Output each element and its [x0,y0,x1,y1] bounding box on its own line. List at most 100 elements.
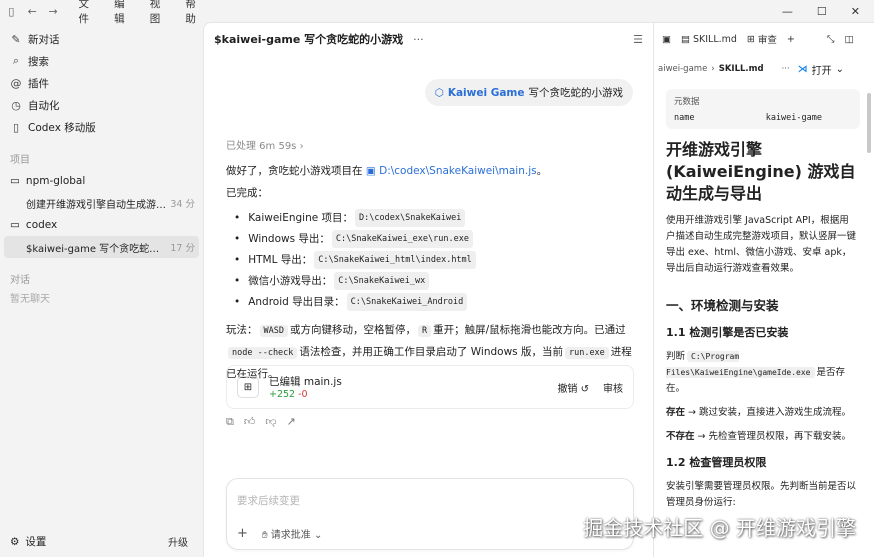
judge-text: 判断 [666,351,686,362]
review-button[interactable]: 审核 [603,380,623,395]
list-item: KaiweiEngine 项目：D:\codex\SnakeKaiwei [226,207,636,228]
toggle-panel-icon[interactable]: ◫ [844,34,853,45]
nav-search[interactable]: ⌕ 搜索 [0,50,203,72]
metadata-row: name kaiwei-game [674,113,852,123]
menu-help[interactable]: 帮助 [185,0,203,26]
copy-icon[interactable]: ⧉ [226,415,234,429]
exists-bold: 存在 [666,407,686,418]
metadata-value: kaiwei-game [765,113,822,123]
more-icon[interactable]: ··· [782,64,790,74]
settings-button[interactable]: ⚙ 设置 [10,534,46,549]
nav-codex-mobile[interactable]: ▯ Codex 移动版 [0,116,203,138]
item-label: Android 导出目录： [248,295,345,308]
edited-file-card[interactable]: ⊞ 已编辑 main.js +252 -0 撤销 ↺ 审核 [226,365,634,409]
close-icon[interactable]: ✕ [851,5,860,18]
edit-actions: 撤销 ↺ 审核 [557,380,623,395]
item-code: C:\SnakeKaiwei_html\index.html [314,250,476,269]
settings-label: 设置 [25,536,47,548]
approval-dropdown[interactable]: ✋︎ 请求批准 ⌄ [262,526,322,541]
menu-file[interactable]: 文件 [78,0,96,26]
menu-view[interactable]: 视图 [150,0,168,26]
item-code: C:\SnakeKaiwei_Android [346,292,468,311]
tab-skill-md[interactable]: ▤ SKILL.md [681,34,737,45]
menu-edit[interactable]: 编辑 [114,0,132,26]
doc-judge: 判断 C:\Program Files\KaiweiEngine\gameIde.… [666,349,858,397]
share-icon[interactable]: ↗ [287,415,296,429]
breadcrumb-parent[interactable]: aiwei-game [658,64,707,74]
file-link[interactable]: ▣ D:\codex\SnakeKaiwei\main.js [366,165,537,177]
open-button[interactable]: ⋊ 打开 ⌄ [798,62,844,77]
diff-toggle-icon[interactable]: ☰ [633,33,643,46]
nav-new-chat[interactable]: ✎ 新对话 [0,28,203,50]
metadata-key: name [674,113,695,123]
upgrade-button[interactable]: 升级 [163,532,193,551]
not-exists-text: → 先检查管理员权限，再下载安装。 [694,431,852,442]
minimize-icon[interactable]: — [782,5,793,18]
processed-label: 已处理 6m 59s [226,141,297,152]
file-preview-pane: ▣ ▤ SKILL.md ⊞ 审查 + ⤡ ◫ aiwei-game › SKILL… [653,22,874,557]
composer[interactable]: 要求后续变更 + ✋︎ 请求批准 ⌄ [226,478,634,550]
item-label: HTML 导出： [248,253,313,266]
chat-header: $kaiwei-game 写个贪吃蛇的小游戏 ··· ☰ [204,23,653,55]
intro-line: 做好了，贪吃蛇小游戏项目在 ▣ D:\codex\SnakeKaiwei\mai… [226,163,636,179]
doc-admin: 安装引擎需要管理员权限。先判断当前是否以管理员身份运行: [666,481,857,508]
folder-icon: ▭ [10,219,20,231]
item-label: KaiweiEngine 项目： [248,211,354,224]
plugin-icon: @ [10,76,22,90]
side-nav: ✎ 新对话 ⌕ 搜索 @ 插件 ◷ 自动化 ▯ Codex 移动版 [0,28,203,138]
add-tab-icon[interactable]: + [787,34,795,45]
lines-added: +252 [269,389,296,400]
thumbs-up-icon[interactable]: 👍︎ [244,415,256,429]
window-controls: — ☐ ✕ [782,0,874,22]
thread-item[interactable]: 创建开维游戏引擎自动生成游戏 ... 34 分 [0,192,203,214]
message-actions: ⧉ 👍︎ 👎︎ ↗ [226,415,296,429]
maximize-icon[interactable]: ☐ [817,5,827,18]
item-code: D:\codex\SnakeKaiwei [355,208,466,227]
thumbs-down-icon[interactable]: 👎︎ [265,415,276,429]
intro-end: 。 [536,165,548,177]
chevron-right-icon: › [711,64,715,74]
hand-icon: ✋︎ [261,530,268,541]
markdown-preview: 开维游戏引擎 (KaiweiEngine) 游戏自动生成与导出 使用开维游戏引擎… [654,139,874,511]
thread-item-active[interactable]: $kaiwei-game 写个贪吃蛇的小... 17 分 [4,236,199,258]
composer-placeholder: 要求后续变更 [237,495,300,507]
edit-icon: ✎ [11,32,21,46]
clock-icon: ◷ [11,98,21,112]
sidebar: ▯ ← → 文件 编辑 视图 帮助 ✎ 新对话 ⌕ 搜索 @ 插件 ◷ 自动化 ▯ Cod… [0,0,203,557]
collapse-icon[interactable]: ⤡ [827,34,835,45]
doc-exists: 存在 → 跳过安装，直接进入游戏生成流程。 [666,405,858,421]
gear-icon: ⚙ [10,535,20,548]
processed-status[interactable]: 已处理 6m 59s › [226,137,304,152]
nav-label: Codex 移动版 [28,121,96,134]
nav-label: 插件 [28,77,49,90]
nav-label: 新对话 [28,33,60,46]
thread-time: 34 分 [170,199,195,210]
folder-codex[interactable]: ▭ codex [0,214,203,236]
folder-npm-global[interactable]: ▭ npm-global [0,170,203,192]
menu-bar: 文件 编辑 视图 帮助 [78,0,203,26]
play-code: node --check [228,347,298,359]
scrollbar[interactable] [867,93,871,153]
undo-button[interactable]: 撤销 ↺ [557,380,589,395]
thread-title: $kaiwei-game 写个贪吃蛇的小... [26,243,167,255]
skill-tag[interactable]: Kaiwei Game [448,87,525,99]
add-icon[interactable]: + [237,526,248,541]
panel-icon[interactable]: ▣ [662,34,671,45]
forward-arrow-icon[interactable]: → [48,5,59,18]
nav-plugins[interactable]: @ 插件 [0,72,203,94]
item-code: C:\SnakeKaiwei_exe\run.exe [331,229,473,248]
more-icon[interactable]: ··· [413,33,424,46]
open-label: 打开 [811,65,832,77]
judge-code: C:\Program Files\KaiweiEngine\gameIde.ex… [666,351,815,378]
nav-label: 自动化 [28,99,60,112]
lines-removed: -0 [298,389,308,400]
list-item: Android 导出目录：C:\SnakeKaiwei_Android [226,291,636,312]
item-code: C:\SnakeKaiwei_wx [334,271,430,290]
nav-automation[interactable]: ◷ 自动化 [0,94,203,116]
play-code: run.exe [564,347,609,359]
exists-text: → 跳过安装，直接进入游戏生成流程。 [685,407,852,418]
folder-label: codex [25,219,58,231]
sidebar-toggle-icon[interactable]: ▯ [6,5,17,18]
tab-review[interactable]: ⊞ 审查 [747,32,777,47]
back-arrow-icon[interactable]: ← [27,5,38,18]
